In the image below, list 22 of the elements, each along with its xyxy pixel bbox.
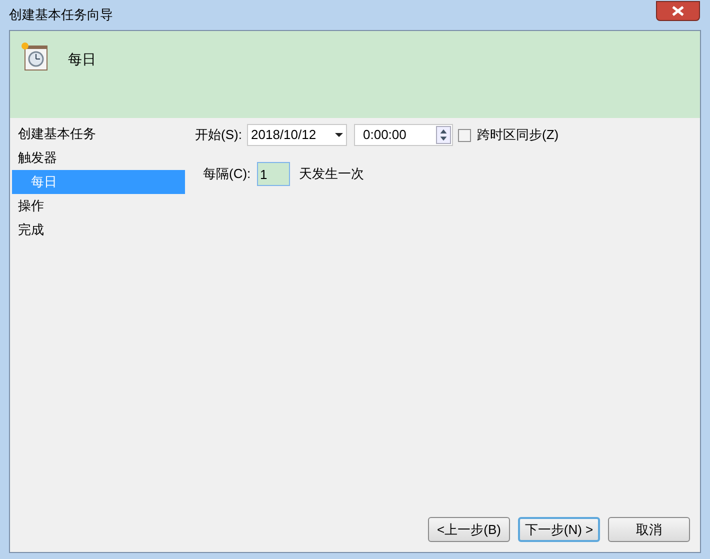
spin-buttons[interactable]	[436, 126, 451, 144]
header-title: 每日	[68, 50, 96, 69]
dropdown-arrow-icon	[335, 133, 343, 137]
date-picker[interactable]: 2018/10/12	[247, 124, 347, 146]
sidebar-item[interactable]: 触发器	[12, 146, 185, 170]
sidebar-item[interactable]: 创建基本任务	[12, 122, 185, 146]
sync-checkbox[interactable]	[458, 128, 471, 142]
dialog-button[interactable]: 取消	[608, 517, 690, 542]
recur-suffix: 天发生一次	[299, 165, 364, 184]
start-label: 开始(S):	[195, 126, 243, 144]
dialog-button[interactable]: <上一步(B)	[428, 517, 510, 542]
time-field[interactable]: 0:00:00	[354, 124, 453, 146]
interval-input[interactable]: 1	[257, 162, 290, 186]
sidebar-item[interactable]: 完成	[12, 218, 185, 242]
calendar-clock-icon	[20, 41, 48, 73]
close-button[interactable]	[656, 1, 700, 21]
recur-label: 每隔(C):	[203, 165, 252, 184]
sidebar-item[interactable]: 操作	[12, 194, 185, 218]
close-icon	[672, 6, 684, 16]
dialog-button[interactable]: 下一步(N) >	[518, 517, 600, 542]
sync-label: 跨时区同步(Z)	[477, 126, 559, 144]
window-title: 创建基本任务向导	[9, 6, 113, 24]
